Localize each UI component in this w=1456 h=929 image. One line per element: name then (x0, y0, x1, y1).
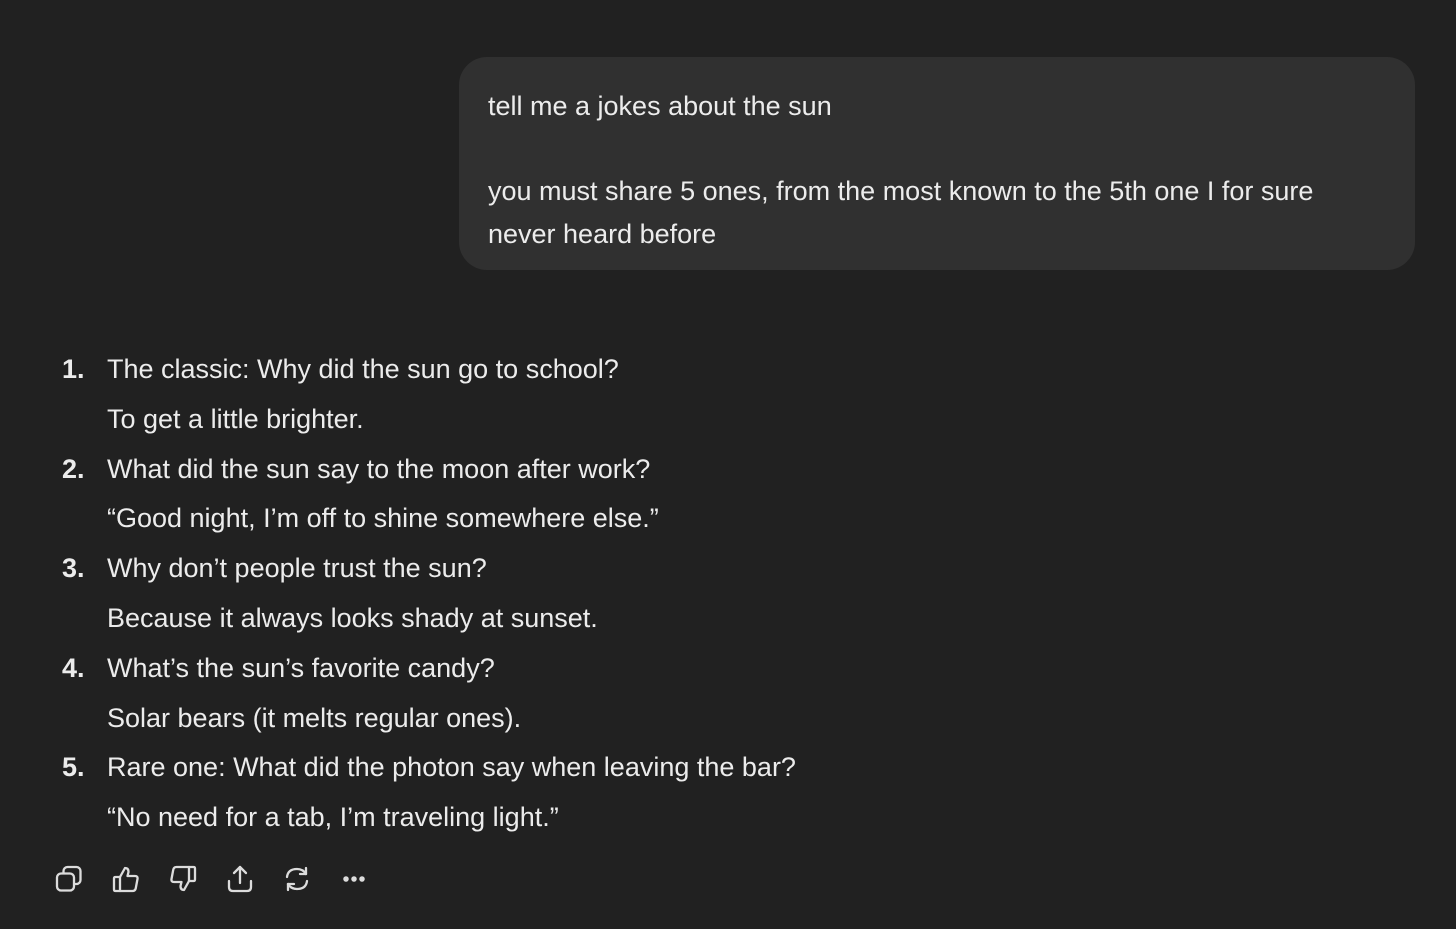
list-item: 1. The classic: Why did the sun go to sc… (0, 345, 1456, 445)
user-message-bubble: tell me a jokes about the sun you must s… (459, 57, 1415, 270)
regenerate-icon (285, 866, 309, 892)
list-number: 4. (62, 652, 85, 683)
thumbs-down-button[interactable] (164, 860, 202, 898)
joke-question: Rare one: What did the photon say when l… (107, 752, 796, 783)
chat-thread: tell me a jokes about the sun you must s… (0, 0, 1456, 929)
share-icon (227, 865, 253, 893)
copy-button[interactable] (50, 860, 88, 898)
joke-answer: “Good night, I’m off to shine somewhere … (107, 503, 659, 534)
thumbs-down-icon (170, 865, 197, 892)
regenerate-button[interactable] (278, 860, 316, 898)
list-item: 5. Rare one: What did the photon say whe… (0, 743, 1456, 843)
list-number: 1. (62, 354, 85, 384)
user-message-line: tell me a jokes about the sun (488, 91, 832, 121)
thumbs-up-button[interactable] (107, 860, 145, 898)
joke-question: What did the sun say to the moon after w… (107, 453, 651, 484)
more-options-button[interactable] (335, 860, 373, 898)
message-action-bar (50, 860, 373, 898)
joke-answer: Because it always looks shady at sunset. (107, 602, 598, 633)
joke-question: What’s the sun’s favorite candy? (107, 652, 495, 683)
assistant-message: 1. The classic: Why did the sun go to sc… (0, 345, 1456, 843)
list-number: 2. (62, 453, 85, 484)
more-icon (343, 876, 365, 882)
list-number: 5. (62, 752, 85, 783)
joke-answer: “No need for a tab, I’m traveling light.… (107, 802, 559, 833)
thumbs-up-icon (112, 866, 139, 893)
user-message-line: you must share 5 ones, from the most kno… (488, 176, 1314, 249)
list-item: 4. What’s the sun’s favorite candy? Sola… (0, 644, 1456, 744)
joke-answer: To get a little brighter. (107, 403, 364, 434)
joke-list: 1. The classic: Why did the sun go to sc… (0, 345, 1456, 843)
joke-question: The classic: Why did the sun go to schoo… (107, 354, 619, 384)
joke-answer: Solar bears (it melts regular ones). (107, 702, 522, 733)
list-number: 3. (62, 553, 85, 584)
copy-icon (55, 865, 82, 892)
share-button[interactable] (221, 860, 259, 898)
list-item: 3. Why don’t people trust the sun? Becau… (0, 544, 1456, 644)
list-item: 2. What did the sun say to the moon afte… (0, 445, 1456, 545)
joke-question: Why don’t people trust the sun? (107, 553, 487, 584)
